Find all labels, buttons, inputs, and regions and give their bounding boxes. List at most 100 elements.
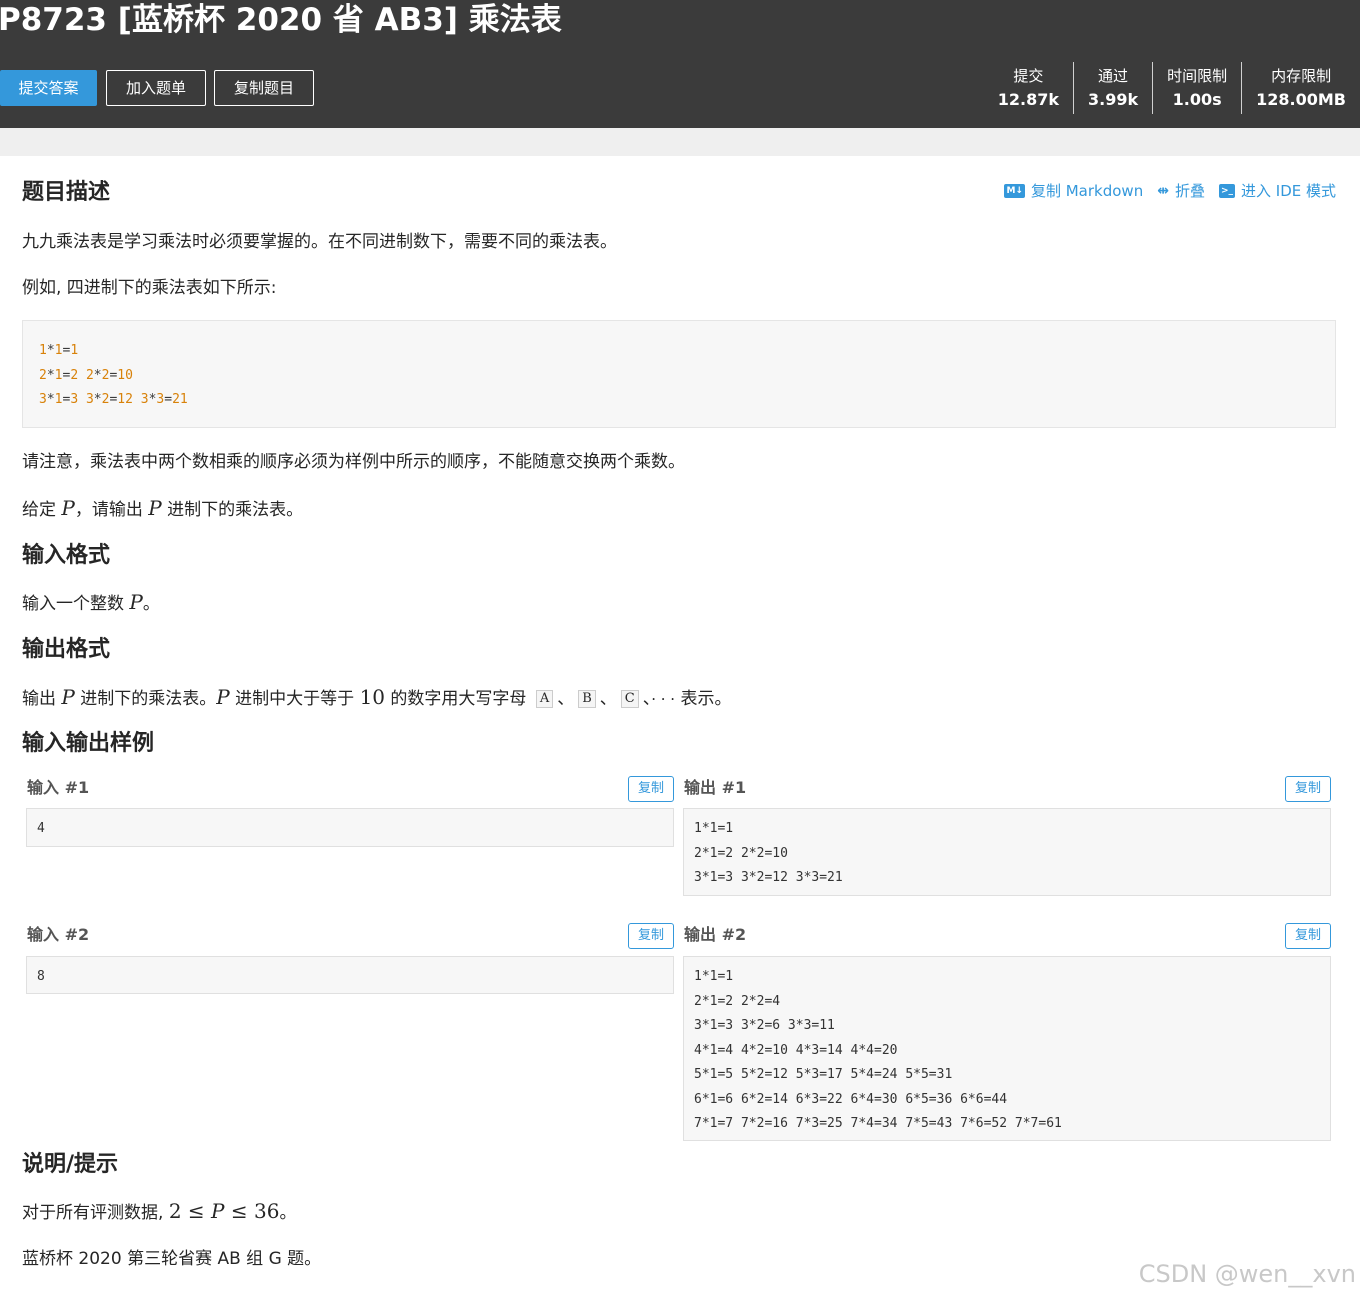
copy-output-2-button[interactable]: 复制 xyxy=(1285,923,1331,949)
copy-problem-button[interactable]: 复制题目 xyxy=(214,70,314,106)
letter-a-badge: A xyxy=(535,690,554,708)
stat-time-limit: 时间限制 1.00s xyxy=(1152,62,1241,114)
text: 对于所有评测数据, xyxy=(22,1203,169,1223)
input-format-heading: 输入格式 xyxy=(22,543,111,568)
copy-input-1-button[interactable]: 复制 xyxy=(628,776,674,802)
description-paragraph-3: 请注意，乘法表中两个数相乘的顺序必须为样例中所示的顺序，不能随意交换两个乘数。 xyxy=(22,452,685,472)
math-le: ≤ xyxy=(224,1199,254,1223)
stat-memory-limit: 内存限制 128.00MB xyxy=(1241,62,1360,114)
add-to-list-button[interactable]: 加入题单 xyxy=(106,70,206,106)
letter-c-badge: C xyxy=(620,690,639,708)
sample-input-2-box: 8 xyxy=(26,956,674,994)
sample-line: 8 xyxy=(37,969,45,984)
fold-icon: ⇹ xyxy=(1157,182,1169,199)
example-code-block: 1*1=1 2*1=2 2*2=10 3*1=3 3*2=12 3*3=21 xyxy=(22,320,1336,428)
sample-line: 3*1=3 3*2=6 3*3=11 xyxy=(694,1018,835,1033)
text: 输出 xyxy=(22,689,62,709)
code-operator: * xyxy=(46,367,55,383)
sample-input-2-label: 输入 #2 xyxy=(27,925,90,944)
text: 的数字用大写字母 xyxy=(385,689,532,709)
math-number-2: 2 xyxy=(168,1199,182,1223)
problem-stats: 提交 12.87k 通过 3.99k 时间限制 1.00s 内存限制 128.0… xyxy=(984,62,1360,114)
sample-line: 2*1=2 2*2=10 xyxy=(694,845,788,861)
sample-line: 2*1=2 2*2=4 xyxy=(694,993,781,1009)
separator: 、 xyxy=(599,689,617,709)
sample-line: 5*1=5 5*2=12 5*3=17 5*4=24 5*5=31 xyxy=(694,1067,953,1082)
stat-accepted: 通过 3.99k xyxy=(1073,62,1152,114)
problem-title: P8723 [蓝桥杯 2020 省 AB3] 乘法表 xyxy=(0,2,562,38)
input-format-text: 输入一个整数 P。 xyxy=(22,588,160,618)
description-paragraph-2: 例如, 四进制下的乘法表如下所示: xyxy=(22,278,277,298)
text: 输入一个整数 xyxy=(22,594,130,614)
fold-label: 折叠 xyxy=(1174,182,1205,200)
math-number-10: 10 xyxy=(359,685,386,709)
math-var-p: P xyxy=(216,685,230,709)
watermark: CSDN @wen__xvn xyxy=(1138,1260,1356,1288)
code-number: 1 xyxy=(70,343,79,358)
code-number: 1 xyxy=(39,343,47,358)
sample-input-1-label: 输入 #1 xyxy=(27,778,90,797)
copy-markdown-button[interactable]: M↓ 复制 Markdown xyxy=(1004,180,1143,201)
stat-value: 1.00s xyxy=(1172,90,1222,109)
copy-input-2-button[interactable]: 复制 xyxy=(628,923,674,949)
output-format-text: 输出 P 进制下的乘法表。P 进制中大于等于 10 的数字用大写字母 A、 B、 C… xyxy=(22,683,731,713)
separator: 、 xyxy=(642,689,652,709)
math-le: ≤ xyxy=(181,1199,212,1223)
sample-output-1-box: 1*1=1 2*1=2 2*2=10 3*1=3 3*2=12 3*3=21 xyxy=(683,808,1331,896)
code-operator xyxy=(133,392,141,407)
code-line: 3*1=3 3*2=12 3*3=21 xyxy=(39,388,1319,413)
code-operator: * xyxy=(46,392,55,407)
code-line: 2*1=2 2*2=10 xyxy=(39,364,1319,389)
separator: 、 xyxy=(557,689,575,709)
code-operator xyxy=(78,368,86,383)
text: 。 xyxy=(279,1203,297,1223)
code-lines: 1*1=1 2*1=2 2*2=10 3*1=3 3*2=12 3*3=21 xyxy=(39,339,1319,413)
math-var-p: P xyxy=(61,496,75,520)
fold-button[interactable]: ⇹ 折叠 xyxy=(1157,180,1205,201)
output-format-heading: 输出格式 xyxy=(22,637,111,662)
problem-header: P8723 [蓝桥杯 2020 省 AB3] 乘法表 提交答案 加入题单 复制题… xyxy=(0,0,1360,128)
code-number: 3 xyxy=(70,392,79,407)
sample-line: 4 xyxy=(37,821,45,836)
code-number: 2 xyxy=(39,367,47,383)
stat-value: 128.00MB xyxy=(1256,90,1346,109)
stat-label: 时间限制 xyxy=(1167,67,1228,85)
stat-value: 3.99k xyxy=(1088,90,1139,109)
description-heading: 题目描述 xyxy=(22,180,111,205)
hint-source: 蓝桥杯 2020 第三轮省赛 AB 组 G 题。 xyxy=(22,1249,322,1269)
sample-output-2-lines: 1*1=1 2*1=2 2*2=4 3*1=3 3*2=6 3*3=11 4*1=4 … xyxy=(694,965,1320,1137)
sample-line: 7*1=7 7*2=16 7*3=25 7*4=34 7*5=43 7*6=52… xyxy=(694,1116,1062,1131)
stat-label: 提交 xyxy=(1013,67,1044,85)
ide-mode-button[interactable]: >_ 进入 IDE 模式 xyxy=(1218,180,1336,201)
samples-heading: 输入输出样例 xyxy=(22,731,155,756)
sample-output-1-label: 输出 #1 xyxy=(684,778,747,797)
sample-input-2-lines: 8 xyxy=(37,965,663,990)
stat-label: 内存限制 xyxy=(1271,67,1332,85)
code-operator: * xyxy=(46,343,55,358)
text: ，请输出 xyxy=(74,500,149,520)
description-paragraph-1: 九九乘法表是学习乘法时必须要掌握的。在不同进制数下，需要不同的乘法表。 xyxy=(22,232,617,252)
sample-output-2-box: 1*1=1 2*1=2 2*2=4 3*1=3 3*2=6 3*3=11 4*1=4 … xyxy=(683,956,1331,1141)
code-operator: = xyxy=(164,392,173,407)
submit-answer-button[interactable]: 提交答案 xyxy=(0,70,97,106)
code-line: 1*1=1 xyxy=(39,339,1319,364)
text: 进制中大于等于 xyxy=(229,689,360,709)
sample-line: 6*1=6 6*2=14 6*3=22 6*4=30 6*5=36 6*6=44 xyxy=(694,1091,1008,1107)
problem-toolbar: M↓ 复制 Markdown ⇹ 折叠 >_ 进入 IDE 模式 xyxy=(1004,180,1336,201)
description-paragraph-4: 给定 P，请输出 P 进制下的乘法表。 xyxy=(22,494,303,524)
sample-line: 1*1=1 xyxy=(694,969,734,984)
copy-output-1-button[interactable]: 复制 xyxy=(1285,776,1331,802)
terminal-icon: >_ xyxy=(1218,183,1235,198)
sample-input-1-box: 4 xyxy=(26,808,674,847)
code-number: 3 xyxy=(39,392,47,407)
code-number: 3 xyxy=(140,392,149,407)
text: 进制下的乘法表。 xyxy=(161,500,304,520)
hint-heading: 说明/提示 xyxy=(22,1152,119,1177)
code-operator: * xyxy=(93,392,102,407)
text: 表示。 xyxy=(675,689,732,709)
code-operator: * xyxy=(93,367,102,383)
sample-output-1-lines: 1*1=1 2*1=2 2*2=10 3*1=3 3*2=12 3*3=21 xyxy=(694,817,1320,891)
code-number: 2 xyxy=(85,367,94,383)
stat-label: 通过 xyxy=(1098,67,1129,85)
math-var-p: P xyxy=(211,1199,225,1223)
